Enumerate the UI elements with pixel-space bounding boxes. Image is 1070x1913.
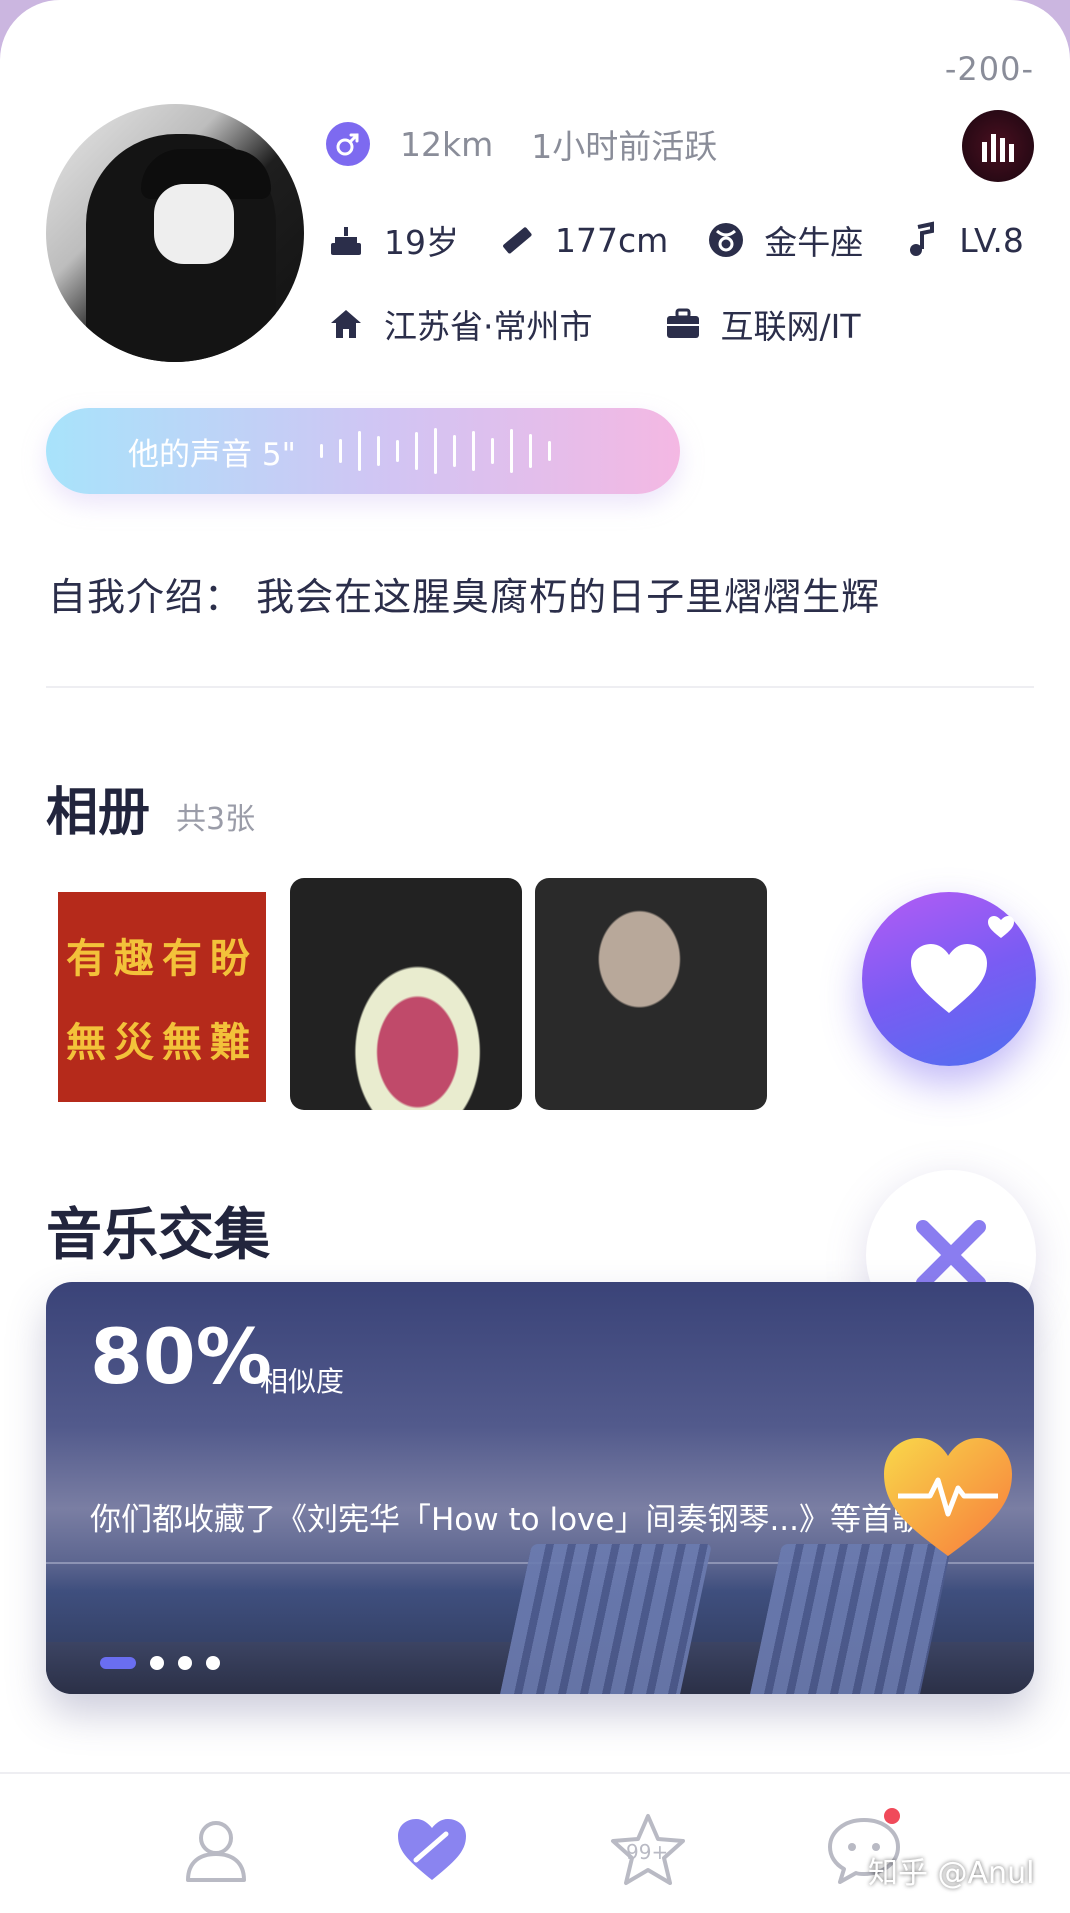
self-intro: 自我介绍： 我会在这腥臭腐朽的日子里熠熠生辉 — [48, 575, 881, 619]
music-match-card[interactable]: 80% 相似度 你们都收藏了《刘宪华「How to love」间奏钢琴...》等… — [46, 1282, 1034, 1694]
like-button[interactable] — [862, 892, 1036, 1066]
music-note-icon — [901, 220, 941, 260]
height-text: 177cm — [555, 220, 669, 260]
favorites-badge: 99+ — [626, 1840, 669, 1864]
distance-text: 12km — [400, 124, 494, 164]
photo-calligraphy-line-1: 有趣有盼 — [66, 935, 258, 982]
user-icon — [186, 1821, 246, 1882]
tab-match[interactable] — [392, 1810, 472, 1890]
similarity-percent: 80% — [90, 1312, 272, 1401]
beach-chair-image — [750, 1544, 952, 1694]
voice-intro-button[interactable]: 他的声音 5" — [46, 408, 680, 494]
music-section-title: 音乐交集 — [46, 1203, 270, 1268]
heartbeat-heart-icon[interactable] — [878, 1432, 1018, 1562]
notification-dot — [884, 1808, 900, 1824]
similarity-label: 相似度 — [260, 1365, 345, 1398]
common-songs-text: 你们都收藏了《刘宪华「How to love」间奏钢琴...》等首歌 — [90, 1502, 924, 1538]
avatar[interactable] — [46, 104, 304, 362]
divider — [46, 686, 1034, 688]
album-title: 相册 — [46, 783, 151, 843]
watermark: 知乎 @Anul — [868, 1856, 1035, 1891]
home-icon — [326, 304, 366, 344]
profile-card: -200- 12km 1小时前活跃 19岁 177cm 金牛座 LV.8 江苏省… — [0, 0, 1070, 1913]
birthday-cake-icon — [326, 220, 366, 260]
briefcase-icon — [663, 304, 703, 344]
active-time-text: 1小时前活跃 — [531, 127, 718, 166]
industry-text: 互联网/IT — [720, 307, 861, 346]
male-icon — [326, 122, 370, 166]
album-photo-3[interactable] — [535, 878, 767, 1110]
music-player-icon[interactable] — [962, 110, 1034, 182]
level-text: LV.8 — [959, 220, 1024, 260]
tab-favorites[interactable]: 99+ — [608, 1810, 688, 1890]
ruler-icon — [497, 220, 537, 260]
zodiac-text: 金牛座 — [764, 223, 864, 262]
location-row: 江苏省·常州市 互联网/IT — [326, 300, 861, 348]
carousel-indicator — [100, 1656, 220, 1670]
sound-wave-icon — [319, 428, 551, 474]
album-photo-1[interactable]: 有趣有盼 無災無難 — [46, 878, 278, 1110]
heart-icon — [911, 944, 987, 1013]
small-heart-icon — [988, 916, 1014, 938]
beach-chair-image — [500, 1544, 712, 1694]
voice-label: 他的声音 5" — [128, 436, 296, 473]
rank-label: -200- — [944, 50, 1034, 88]
tab-profile[interactable] — [176, 1810, 256, 1890]
age-text: 19岁 — [384, 223, 459, 262]
location-text: 江苏省·常州市 — [384, 307, 593, 346]
photo-calligraphy-line-2: 無災無難 — [66, 1019, 258, 1066]
taurus-icon — [706, 220, 746, 260]
heart-tab-icon — [398, 1819, 466, 1880]
status-row: 12km 1小时前活跃 — [326, 120, 717, 168]
album-photo-2[interactable] — [290, 878, 522, 1110]
info-row: 19岁 177cm 金牛座 LV.8 — [326, 216, 1024, 264]
album-count: 共3张 — [176, 802, 256, 837]
